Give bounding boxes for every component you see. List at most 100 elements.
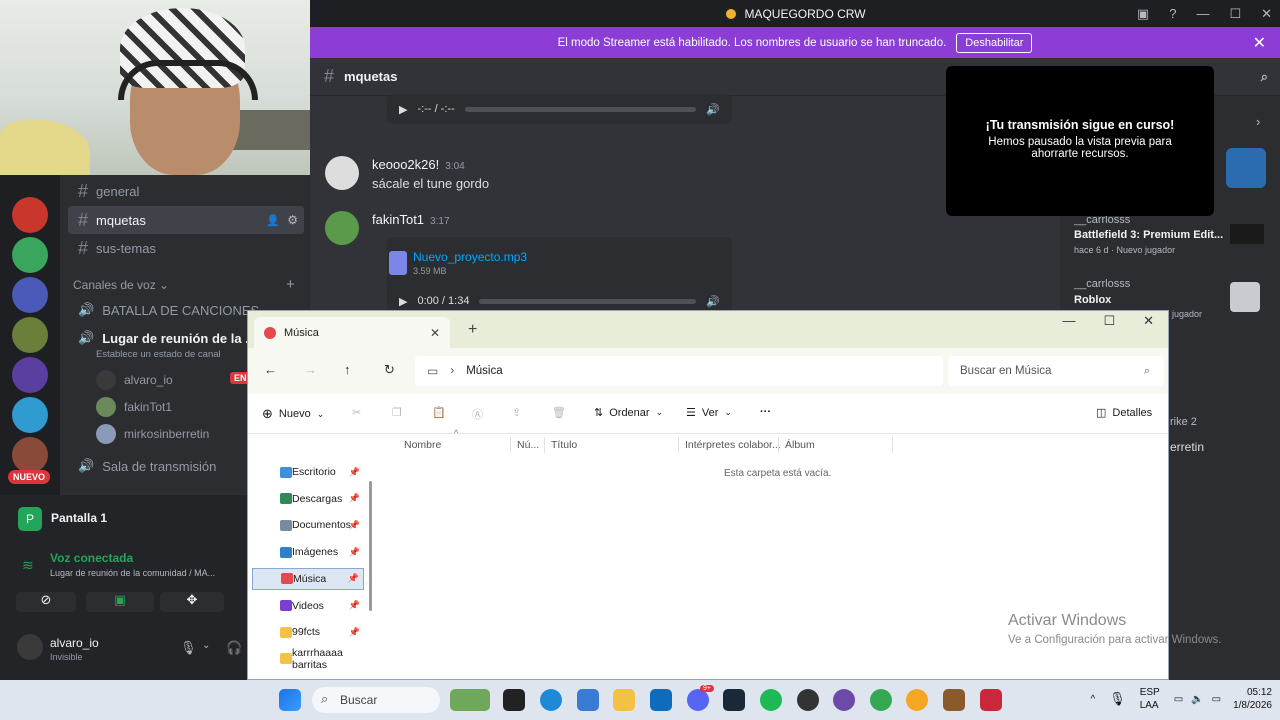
nav-item[interactable]: Videos 📌 xyxy=(252,595,364,617)
spotify-icon[interactable] xyxy=(760,689,782,711)
cut-icon[interactable]: ✂ xyxy=(352,406,361,419)
store-icon[interactable] xyxy=(650,689,672,711)
breadcrumb[interactable]: Música xyxy=(466,365,502,377)
nav-item[interactable]: karrrhaaaa barritas xyxy=(252,647,364,671)
epic-games-icon[interactable] xyxy=(503,689,525,711)
avatar[interactable] xyxy=(325,156,359,190)
close-button[interactable]: ✕ xyxy=(1143,313,1154,329)
clock[interactable]: 05:12 1/8/2026 xyxy=(1233,686,1272,712)
explorer-tab[interactable]: Música ✕ xyxy=(254,317,450,348)
microphone-icon[interactable]: 🎙 xyxy=(180,640,197,656)
avatar[interactable] xyxy=(17,634,43,660)
more-options-icon[interactable]: ··· xyxy=(760,406,771,418)
nav-item[interactable]: Descargas 📌 xyxy=(252,488,364,510)
close-banner-icon[interactable]: ✕ xyxy=(1253,33,1266,53)
voice-section-header[interactable]: Canales de voz ⌄ xyxy=(73,278,169,292)
delete-icon[interactable]: 🗑 xyxy=(552,406,566,419)
disable-streamer-button[interactable]: Deshabilitar xyxy=(956,32,1033,53)
server-icon[interactable] xyxy=(12,277,48,313)
maximize-button[interactable]: ☐ xyxy=(1103,313,1115,329)
help-icon[interactable]: ? xyxy=(1169,6,1176,21)
sidebar-scrollbar[interactable] xyxy=(369,481,372,611)
headphones-icon[interactable]: 🎧 xyxy=(226,640,242,656)
app-icon[interactable] xyxy=(906,689,928,711)
play-icon[interactable]: ▶ xyxy=(399,295,407,308)
nav-item[interactable]: Imágenes 📌 xyxy=(252,541,364,563)
chrome-icon[interactable] xyxy=(870,689,892,711)
edge-icon[interactable] xyxy=(540,689,562,711)
activity-user[interactable]: rike 2 xyxy=(1170,416,1197,428)
server-icon[interactable] xyxy=(12,397,48,433)
message-author[interactable]: fakinTot1 3:17 xyxy=(372,212,450,227)
volume-icon[interactable]: 🔈 xyxy=(1191,694,1203,705)
add-channel-icon[interactable]: + xyxy=(286,276,295,293)
rename-icon[interactable]: Ⓐ xyxy=(472,406,483,422)
sort-button[interactable]: ⇅ Ordenar ⌄ xyxy=(594,406,663,420)
activity-user[interactable]: erretin xyxy=(1170,440,1204,454)
voice-user[interactable]: mirkosinberretin xyxy=(96,424,209,444)
search-input[interactable]: Buscar en Música ⌕ xyxy=(948,356,1164,386)
discord-icon[interactable] xyxy=(687,689,709,711)
up-button[interactable]: ↑ xyxy=(344,362,351,377)
taskbar-search[interactable]: ⌕ Buscar xyxy=(312,687,440,713)
activity-user[interactable]: __carrlosss xyxy=(1074,278,1130,290)
volume-icon[interactable]: 🔊 xyxy=(706,295,720,308)
nav-item[interactable]: 99fcts 📌 xyxy=(252,621,364,643)
close-tab-icon[interactable]: ✕ xyxy=(430,326,440,340)
obs-icon[interactable] xyxy=(797,689,819,711)
play-icon[interactable]: ▶ xyxy=(399,103,407,116)
invite-icon[interactable]: 👤 xyxy=(266,214,280,227)
refresh-button[interactable]: ↻ xyxy=(384,362,395,378)
minimize-button[interactable]: — xyxy=(1062,313,1075,329)
share-icon[interactable]: ⇪ xyxy=(512,406,521,419)
channel-status[interactable]: Establece un estado de canal xyxy=(96,349,221,360)
server-icon[interactable] xyxy=(12,317,48,353)
activity-game[interactable]: Roblox xyxy=(1074,294,1111,306)
close-button[interactable]: ✕ xyxy=(1261,6,1272,22)
message-author[interactable]: keooo2k26! 3:04 xyxy=(372,157,465,172)
file-explorer-icon[interactable] xyxy=(613,689,635,711)
chevron-up-icon[interactable]: ^ xyxy=(1090,694,1095,705)
paste-icon[interactable]: 📋 xyxy=(432,406,446,419)
column-header-title[interactable]: Título xyxy=(551,434,577,456)
chevron-right-icon[interactable]: › xyxy=(1256,114,1260,129)
back-button[interactable]: ← xyxy=(264,362,277,377)
weather-widget-icon[interactable] xyxy=(450,689,490,711)
channel-sus-temas[interactable]: # sus-temas xyxy=(68,234,304,262)
inbox-icon[interactable]: ▣ xyxy=(1137,6,1149,22)
voice-connected-sub[interactable]: Lugar de reunión de la comunidad / MA... xyxy=(50,568,215,578)
steam-icon[interactable] xyxy=(723,689,745,711)
screen-share-label[interactable]: Pantalla 1 xyxy=(51,511,107,525)
nav-item[interactable]: Escritorio 📌 xyxy=(252,461,364,483)
copilot-icon[interactable] xyxy=(577,689,599,711)
voice-user[interactable]: fakinTot1 xyxy=(96,397,172,417)
nav-item[interactable]: Documentos 📌 xyxy=(252,514,364,536)
forward-button[interactable]: → xyxy=(304,362,317,377)
seek-bar[interactable] xyxy=(464,106,697,112)
file-link[interactable]: Nuevo_proyecto.mp3 xyxy=(413,250,527,264)
app-icon[interactable] xyxy=(833,689,855,711)
channel-mquetas[interactable]: # mquetas 👤 ⚙ xyxy=(68,206,304,234)
minimize-button[interactable]: — xyxy=(1196,6,1209,21)
app-icon[interactable] xyxy=(943,689,965,711)
channel-general[interactable]: # general xyxy=(68,177,304,205)
avatar[interactable] xyxy=(325,211,359,245)
new-button[interactable]: ⊕ Nuevo ⌄ xyxy=(262,406,324,422)
column-header-album[interactable]: Álbum xyxy=(785,434,815,456)
camera-off-icon[interactable]: ⊘ xyxy=(16,592,76,612)
address-bar[interactable]: ▭ › Música xyxy=(415,356,943,386)
battery-icon[interactable]: ▭ xyxy=(1212,694,1221,705)
details-button[interactable]: ◫ Detalles xyxy=(1096,406,1152,420)
server-icon[interactable] xyxy=(12,437,48,473)
seek-bar[interactable] xyxy=(479,298,697,304)
voice-user[interactable]: alvaro_io xyxy=(96,370,173,390)
column-header-name[interactable]: Nombre xyxy=(404,434,441,456)
stop-stream-icon[interactable]: ▣ xyxy=(86,592,154,612)
audio-player[interactable]: ▶ -:-- / -:-- 🔊 xyxy=(387,94,732,124)
server-icon[interactable] xyxy=(12,197,48,233)
volume-icon[interactable]: 🔊 xyxy=(706,103,720,116)
chevron-down-icon[interactable]: ⌄ xyxy=(202,640,210,651)
nav-item[interactable]: Música 📌 xyxy=(252,567,364,590)
activity-game[interactable]: Battlefield 3: Premium Edit... xyxy=(1074,229,1223,241)
view-button[interactable]: ☰ Ver ⌄ xyxy=(686,406,732,420)
